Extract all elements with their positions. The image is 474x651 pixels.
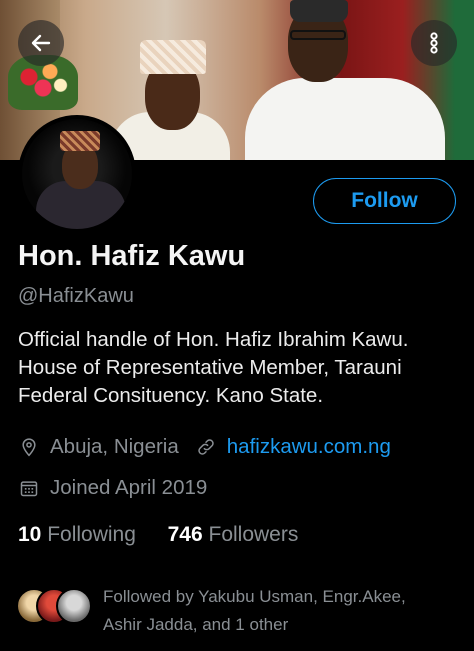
bio-line: House of Representative Member, Tarauni xyxy=(18,356,402,379)
follow-counts: 10 Following 746 Followers xyxy=(18,523,298,547)
profile-location: Abuja, Nigeria xyxy=(50,435,179,458)
avatar-cap xyxy=(60,131,100,151)
back-button[interactable] xyxy=(18,20,64,66)
profile-avatar[interactable] xyxy=(18,115,136,233)
location-website-row: Abuja, Nigeria hafizkawu.com.ng xyxy=(18,435,391,459)
banner-person-right xyxy=(245,78,445,160)
follow-button[interactable]: Follow xyxy=(313,178,456,224)
link-icon xyxy=(195,436,217,458)
banner-person-right-cap xyxy=(290,0,348,22)
banner-glasses xyxy=(290,30,346,40)
joined-row: Joined April 2019 xyxy=(18,476,207,500)
location-pin-icon xyxy=(18,436,40,458)
mutual-followers-avatars[interactable] xyxy=(16,588,96,628)
following-count: 10 xyxy=(18,523,42,546)
followers-link[interactable]: 746 Followers xyxy=(168,523,299,546)
profile-handle: @HafizKawu xyxy=(18,285,134,307)
following-label: Following xyxy=(47,523,136,546)
bio-line: Federal Consituency. Kano State. xyxy=(18,384,324,407)
more-options-button[interactable] xyxy=(411,20,457,66)
followers-count: 746 xyxy=(167,523,203,546)
website-link[interactable]: hafizkawu.com.ng xyxy=(227,435,391,459)
followed-by-line: Followed by Yakubu Usman, Engr.Akee, xyxy=(103,587,406,606)
profile-name: Hon. Hafiz Kawu xyxy=(18,240,246,272)
profile-bio: Official handle of Hon. Hafiz Ibrahim Ka… xyxy=(18,326,468,410)
joined-date: Joined April 2019 xyxy=(50,476,208,499)
following-link[interactable]: 10 Following xyxy=(18,523,136,546)
avatar xyxy=(56,588,92,624)
more-vertical-icon xyxy=(422,31,446,55)
arrow-left-icon xyxy=(29,31,53,55)
calendar-icon xyxy=(18,477,40,499)
followed-by-line: Ashir Jadda, and 1 other xyxy=(103,615,289,634)
banner-person-left-cap xyxy=(140,40,206,74)
bio-line: Official handle of Hon. Hafiz Ibrahim Ka… xyxy=(18,328,409,351)
followers-label: Followers xyxy=(208,523,299,546)
followed-by-text[interactable]: Followed by Yakubu Usman, Engr.Akee, Ash… xyxy=(103,583,463,639)
